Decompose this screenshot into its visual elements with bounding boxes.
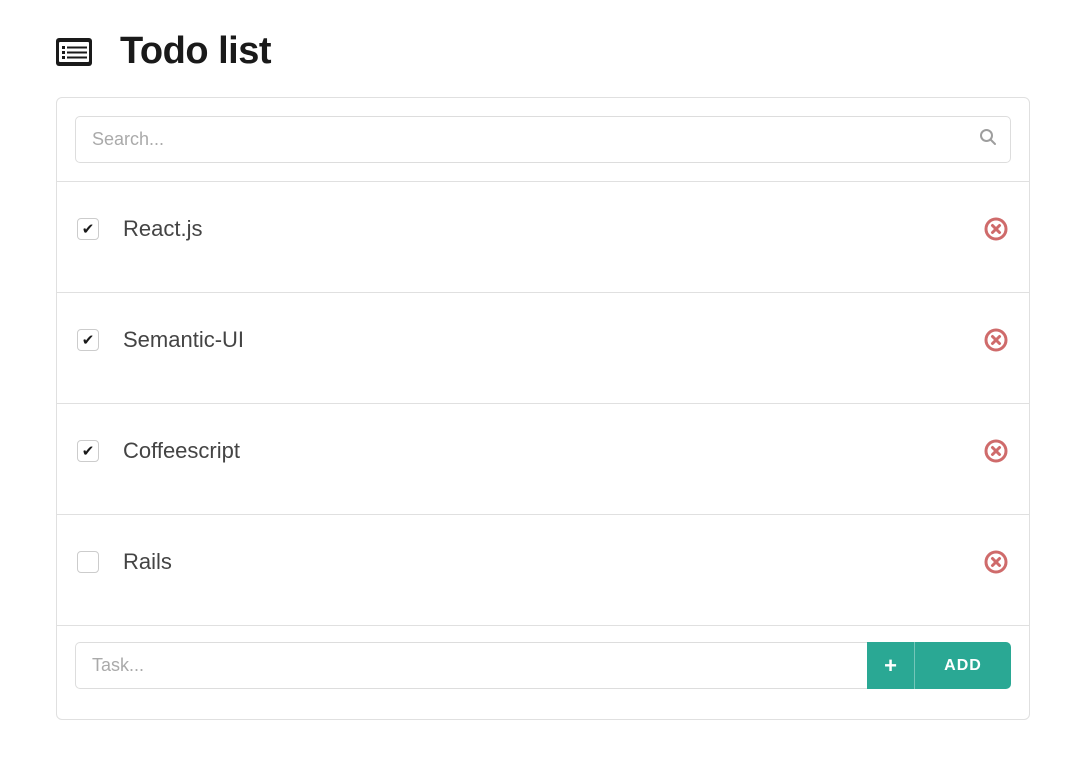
task-input[interactable] [75,642,867,689]
todo-checkbox[interactable] [77,218,99,240]
todo-item: React.js [57,182,1029,293]
delete-icon[interactable] [983,438,1009,464]
todo-label: Rails [123,549,983,575]
plus-icon: + [867,642,915,689]
todo-label: Coffeescript [123,438,983,464]
todo-label: React.js [123,216,983,242]
todo-item: Rails [57,515,1029,626]
todo-checkbox[interactable] [77,329,99,351]
todo-panel: React.js Semantic-UI Coffeescript Rails … [56,97,1030,720]
add-button[interactable]: ADD [915,642,1011,689]
delete-icon[interactable] [983,549,1009,575]
delete-icon[interactable] [983,327,1009,353]
search-bar [57,98,1029,182]
list-icon [56,38,92,66]
todo-checkbox[interactable] [77,551,99,573]
search-input[interactable] [75,116,1011,163]
delete-icon[interactable] [983,216,1009,242]
add-bar: + ADD [57,626,1029,719]
todo-item: Semantic-UI [57,293,1029,404]
todo-item: Coffeescript [57,404,1029,515]
todo-checkbox[interactable] [77,440,99,462]
page-header: Todo list [56,30,1030,73]
todo-list: React.js Semantic-UI Coffeescript Rails [57,182,1029,626]
todo-label: Semantic-UI [123,327,983,353]
page-title: Todo list [120,30,271,73]
